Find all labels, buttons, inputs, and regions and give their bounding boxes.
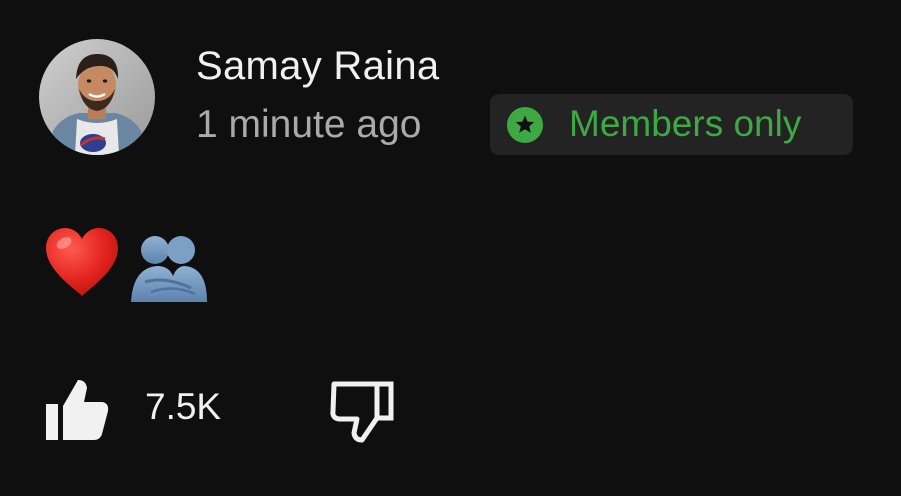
like-button[interactable]	[44, 376, 110, 442]
members-only-label: Members only	[569, 103, 802, 144]
thumbs-up-icon	[44, 376, 110, 442]
community-post: Samay Raina 1 minute ago Members only 7.…	[0, 0, 901, 496]
post-actions: 7.5K	[0, 370, 901, 450]
star-circle-icon	[506, 106, 544, 144]
author-name[interactable]: Samay Raina	[196, 40, 439, 92]
dislike-button[interactable]	[329, 376, 397, 444]
avatar-image	[39, 39, 155, 155]
post-content	[44, 226, 244, 306]
red-heart-emoji	[44, 226, 120, 298]
members-only-badge: Members only	[490, 94, 853, 155]
thumbs-down-icon	[329, 376, 397, 444]
author-avatar[interactable]	[39, 39, 155, 155]
like-count: 7.5K	[145, 386, 222, 427]
people-hugging-emoji	[129, 232, 209, 304]
post-timestamp[interactable]: 1 minute ago	[196, 99, 422, 151]
